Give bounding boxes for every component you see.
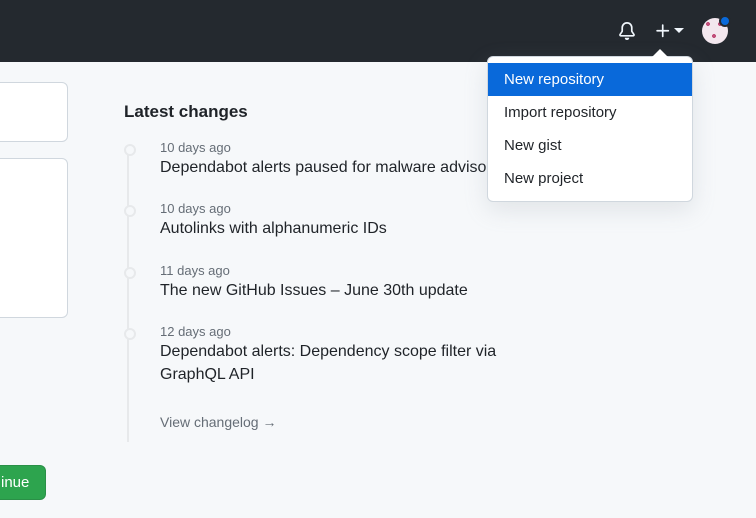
plus-icon: [654, 22, 672, 40]
bell-icon: [618, 22, 636, 40]
menu-item-new-repository[interactable]: New repository: [488, 63, 692, 96]
add-new-button[interactable]: [654, 22, 684, 40]
menu-item-new-project[interactable]: New project: [488, 162, 692, 195]
sidebar-card: [0, 158, 68, 318]
new-menu-dropdown: New repository Import repository New gis…: [487, 56, 693, 202]
timeline-item[interactable]: 10 days ago Autolinks with alphanumeric …: [160, 201, 544, 240]
timeline-title: Autolinks with alphanumeric IDs: [160, 218, 544, 240]
caret-down-icon: [674, 26, 684, 36]
timeline-item[interactable]: 12 days ago Dependabot alerts: Dependenc…: [160, 324, 544, 386]
timeline-time: 12 days ago: [160, 324, 544, 339]
timeline-title: The new GitHub Issues – June 30th update: [160, 280, 544, 302]
timeline-time: 10 days ago: [160, 201, 544, 216]
section-heading: Latest changes: [124, 102, 544, 122]
continue-button[interactable]: inue: [0, 465, 46, 500]
menu-item-new-gist[interactable]: New gist: [488, 129, 692, 162]
changes-timeline: 10 days ago Dependabot alerts paused for…: [124, 140, 544, 432]
topbar: [0, 0, 756, 62]
menu-item-import-repository[interactable]: Import repository: [488, 96, 692, 129]
timeline-time: 11 days ago: [160, 263, 544, 278]
status-dot-icon: [719, 15, 731, 27]
sidebar-card: [0, 82, 68, 142]
timeline-item[interactable]: 11 days ago The new GitHub Issues – June…: [160, 263, 544, 302]
timeline-title: Dependabot alerts: Dependency scope filt…: [160, 341, 544, 386]
avatar[interactable]: [702, 18, 728, 44]
notifications-button[interactable]: [618, 22, 636, 40]
view-changelog-link[interactable]: View changelog →: [160, 414, 276, 430]
latest-changes-section: Latest changes 10 days ago Dependabot al…: [124, 102, 544, 432]
